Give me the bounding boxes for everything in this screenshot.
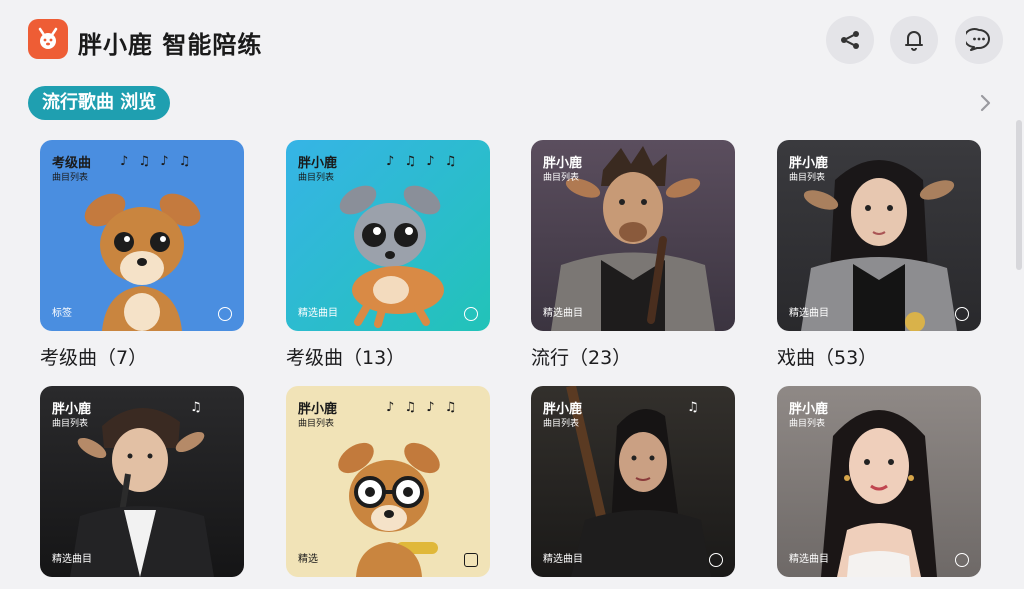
category-card[interactable]: 考级曲 曲目列表 ♪ ♫ ♪ ♫ 标签 考级曲（7） [40,140,244,370]
thumb-title: 胖小鹿 [543,402,583,417]
corner-badge-icon [955,553,969,567]
corner-badge-icon [464,553,478,567]
card-thumbnail: 考级曲 曲目列表 ♪ ♫ ♪ ♫ 标签 [40,140,244,331]
category-card[interactable]: 胖小鹿 曲目列表 ♪ ♫ ♪ ♫ 精选 [286,386,490,589]
app-title: 胖小鹿 智能陪练 [78,31,263,59]
thumb-corner-label: 精选曲目 [52,554,92,565]
corner-badge-icon [709,553,723,567]
thumb-corner-label: 精选曲目 [298,308,338,319]
thumb-subtitle: 曲目列表 [298,419,335,429]
thumb-corner-label: 精选 [298,554,318,565]
card-thumbnail: 胖小鹿 曲目列表 精选曲目 [777,140,981,331]
thumb-subtitle: 曲目列表 [789,419,826,429]
card-thumbnail: 胖小鹿 曲目列表 精选曲目 [531,140,735,331]
thumb-subtitle: 曲目列表 [543,419,580,429]
card-thumbnail: 胖小鹿 曲目列表 精选曲目 [777,386,981,577]
share-button[interactable] [826,16,874,64]
thumb-title: 考级曲 [52,156,92,171]
category-card[interactable]: 胖小鹿 曲目列表 ♫ 精选曲目 [531,386,735,589]
thumb-subtitle: 曲目列表 [789,173,826,183]
music-notes: ♪ ♫ ♪ ♫ [386,154,460,169]
message-button[interactable] [955,16,1003,64]
category-card[interactable]: 胖小鹿 曲目列表 ♫ 精选曲目 [40,386,244,589]
thumb-corner-label: 精选曲目 [789,308,829,319]
chevron-right-icon[interactable] [974,92,996,114]
notification-button[interactable] [890,16,938,64]
category-card[interactable]: 胖小鹿 曲目列表 精选曲目 [777,386,981,589]
music-notes: ♫ [687,400,702,415]
thumb-subtitle: 曲目列表 [52,173,89,183]
category-pill[interactable]: 流行歌曲 浏览 [28,86,171,120]
thumb-subtitle: 曲目列表 [543,173,580,183]
card-thumbnail: 胖小鹿 曲目列表 ♫ 精选曲目 [531,386,735,577]
thumb-title: 胖小鹿 [543,156,583,171]
music-notes: ♪ ♫ ♪ ♫ [120,154,194,169]
card-thumbnail: 胖小鹿 曲目列表 ♪ ♫ ♪ ♫ 精选曲目 [286,140,490,331]
message-icon [966,28,990,51]
thumb-title: 胖小鹿 [52,402,92,417]
category-card[interactable]: 胖小鹿 曲目列表 ♪ ♫ ♪ ♫ 精选曲目 考级曲（13） [286,140,490,370]
thumb-corner-label: 精选曲目 [543,554,583,565]
thumb-corner-label: 标签 [52,308,72,319]
bell-icon [905,31,923,51]
music-notes: ♫ [190,400,205,415]
card-thumbnail: 胖小鹿 曲目列表 ♪ ♫ ♪ ♫ 精选 [286,386,490,577]
thumb-corner-label: 精选曲目 [789,554,829,565]
thumb-corner-label: 精选曲目 [543,308,583,319]
music-notes: ♪ ♫ ♪ ♫ [386,400,460,415]
corner-badge-icon [464,307,478,321]
scrollbar[interactable] [1016,120,1022,270]
card-caption: 考级曲（13） [286,347,406,369]
thumb-title: 胖小鹿 [298,156,338,171]
corner-badge-icon [955,307,969,321]
card-caption: 戏曲（53） [777,347,878,369]
thumb-subtitle: 曲目列表 [298,173,335,183]
share-icon [841,31,859,49]
category-card[interactable]: 胖小鹿 曲目列表 精选曲目 戏曲（53） [777,140,981,370]
deer-logo-icon [38,27,58,49]
thumb-subtitle: 曲目列表 [52,419,89,429]
card-thumbnail: 胖小鹿 曲目列表 ♫ 精选曲目 [40,386,244,577]
app-logo [28,19,68,59]
corner-badge-icon [218,307,232,321]
card-caption: 流行（23） [531,347,632,369]
thumb-title: 胖小鹿 [789,402,829,417]
category-card[interactable]: 胖小鹿 曲目列表 精选曲目 流行（23） [531,140,735,370]
card-caption: 考级曲（7） [40,347,148,369]
thumb-title: 胖小鹿 [789,156,829,171]
thumb-title: 胖小鹿 [298,402,338,417]
